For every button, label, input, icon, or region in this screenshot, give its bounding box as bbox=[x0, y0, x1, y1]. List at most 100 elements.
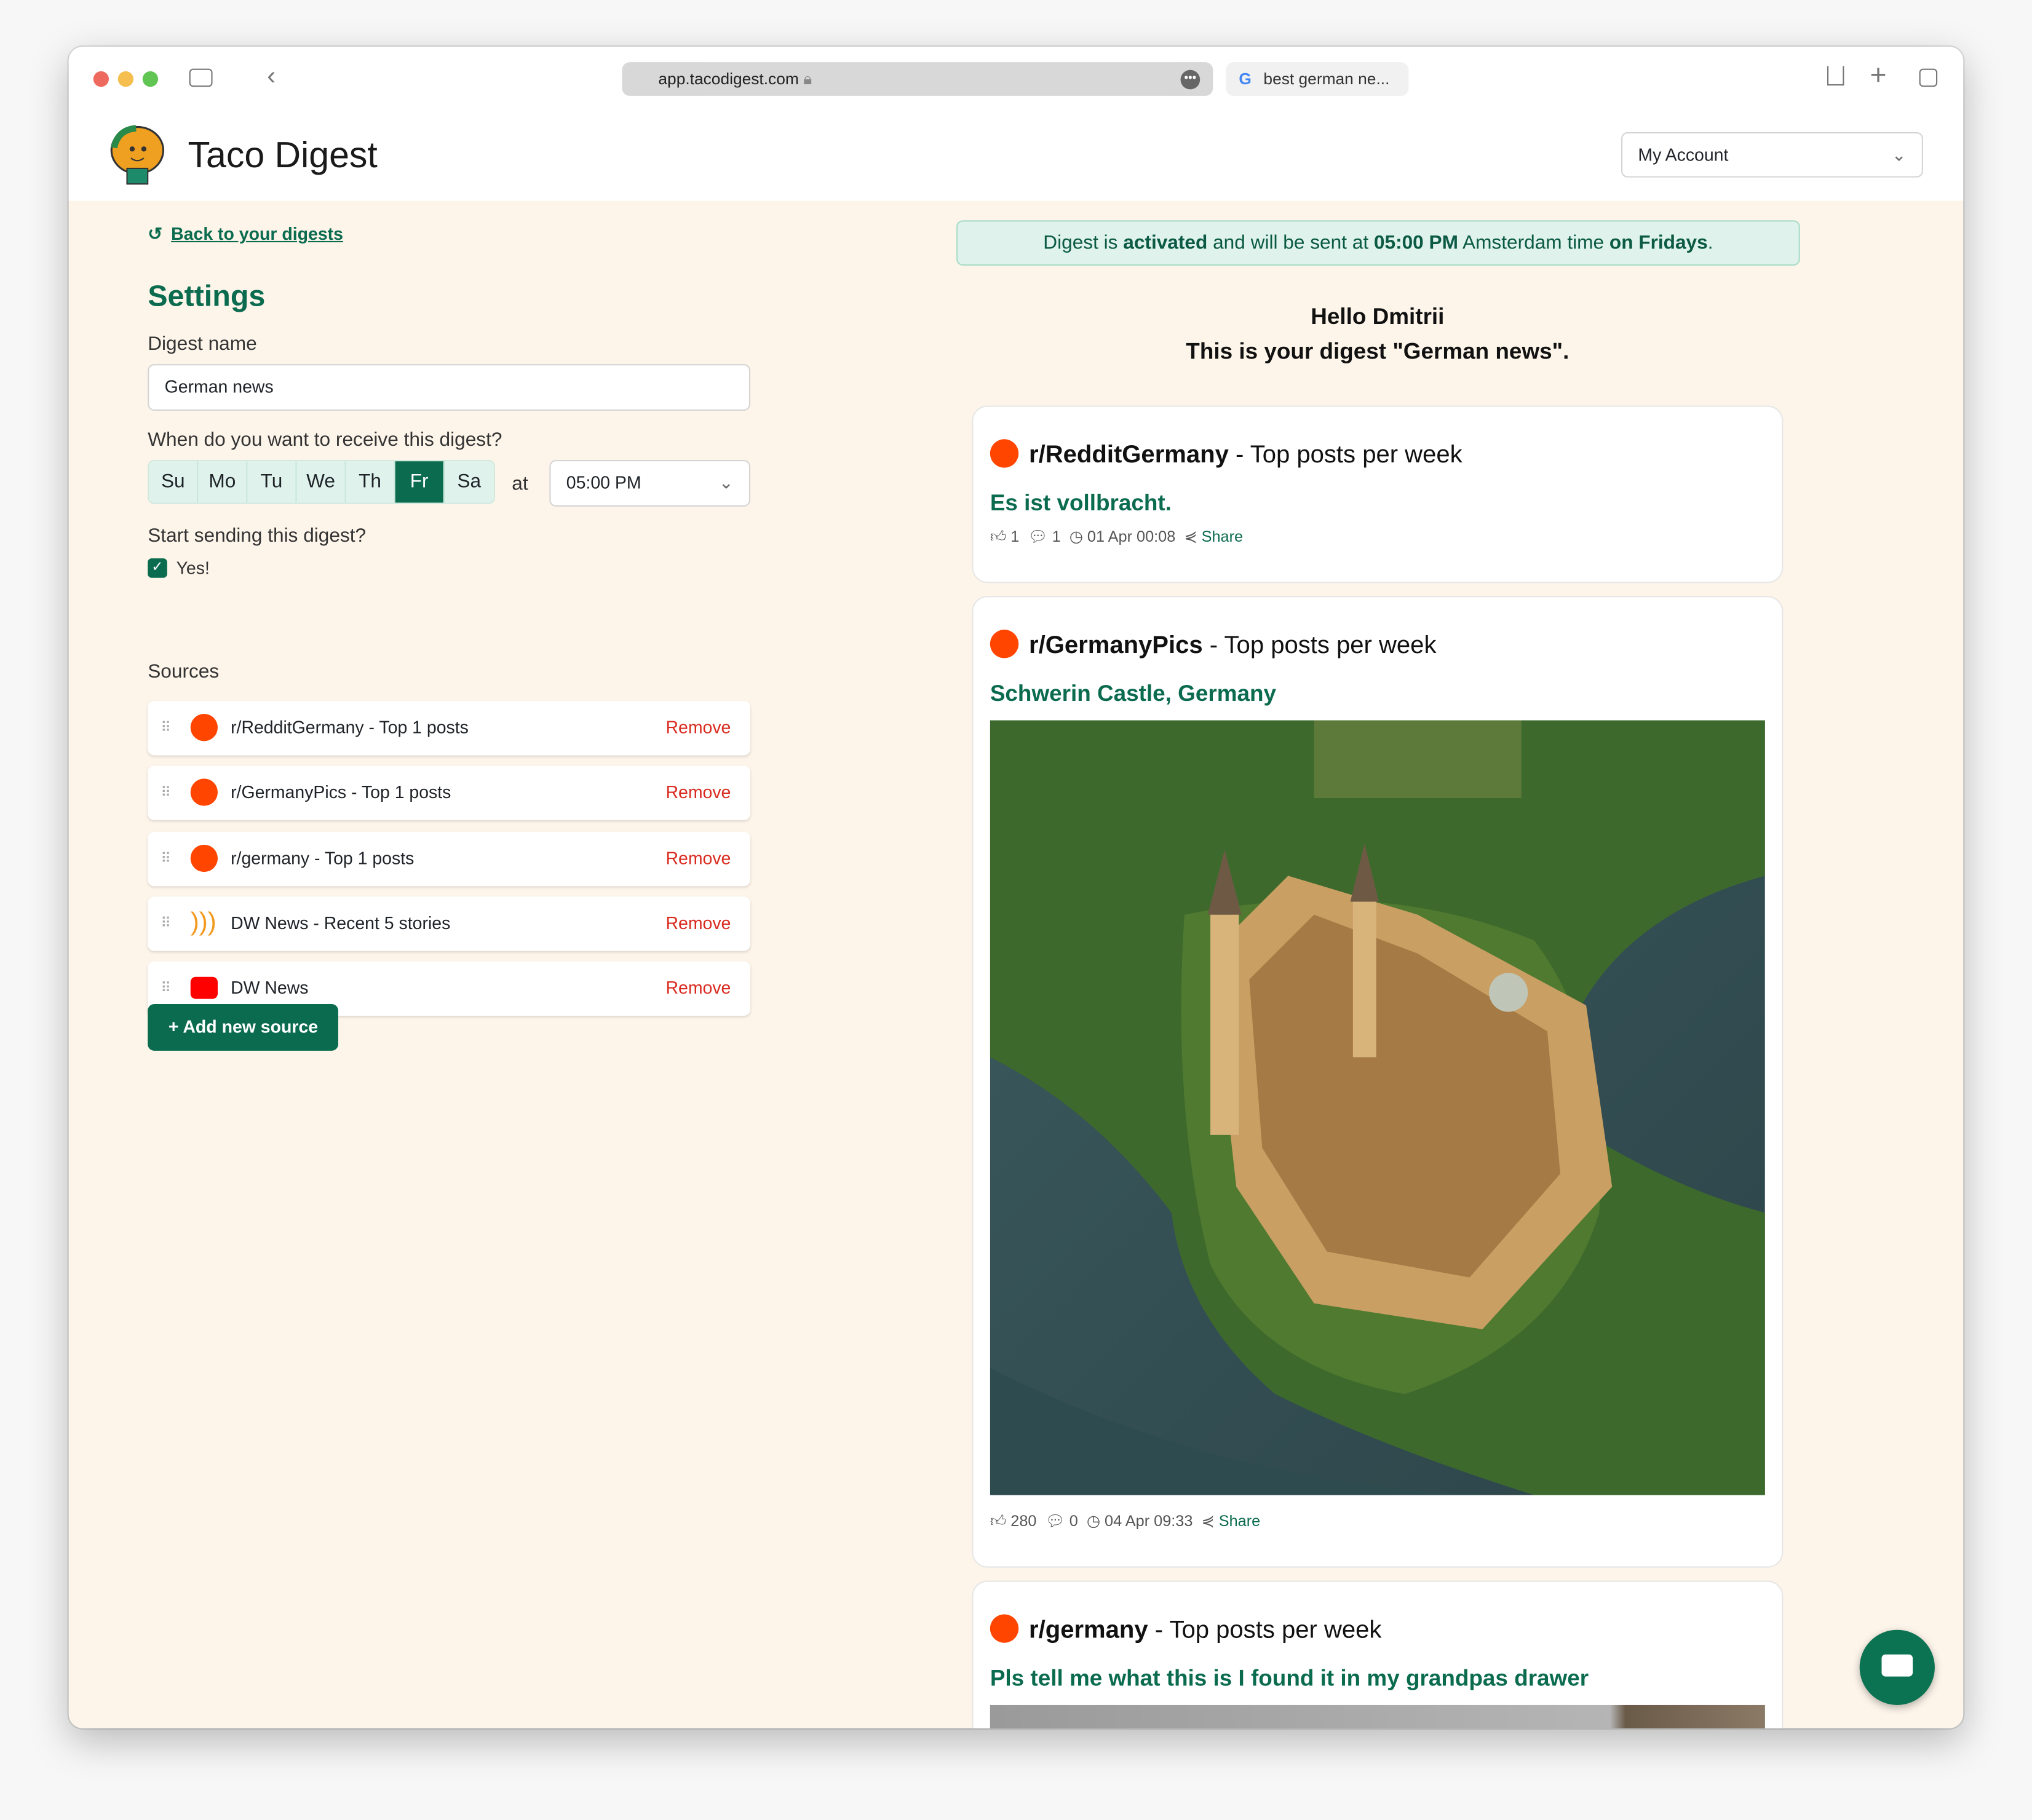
card-heading: r/germany - Top posts per week bbox=[990, 1614, 1381, 1645]
day-th[interactable]: Th bbox=[346, 461, 395, 503]
source-name: r/GermanyPics - Top 1 posts bbox=[231, 782, 451, 802]
app-header: Taco Digest My Account ⌄ bbox=[68, 114, 1964, 201]
more-icon[interactable]: ••• bbox=[1180, 69, 1201, 90]
settings-title: Settings bbox=[148, 279, 266, 312]
drag-handle-icon[interactable]: ⠿ bbox=[161, 832, 171, 886]
subreddit-name: r/germany bbox=[1029, 1616, 1148, 1644]
sources-label: Sources bbox=[148, 660, 220, 683]
source-item: ⠿ r/RedditGermany - Top 1 posts Remove bbox=[148, 700, 751, 756]
post-title-link[interactable]: Schwerin Castle, Germany bbox=[990, 680, 1276, 707]
banner-text: and will be sent at bbox=[1207, 232, 1374, 254]
share-icon: ⋞ bbox=[1201, 1511, 1215, 1530]
digest-card: r/GermanyPics - Top posts per week Schwe… bbox=[972, 596, 1784, 1568]
checkbox-checked[interactable]: ✓ bbox=[148, 558, 167, 578]
reddit-icon bbox=[990, 439, 1019, 468]
card-heading: r/GermanyPics - Top posts per week bbox=[990, 630, 1436, 661]
day-tu[interactable]: Tu bbox=[247, 461, 297, 503]
source-name: r/germany - Top 1 posts bbox=[231, 849, 415, 868]
chat-icon bbox=[1881, 1654, 1913, 1677]
post-image-castle[interactable] bbox=[990, 720, 1765, 1495]
source-item: ⠿ r/GermanyPics - Top 1 posts Remove bbox=[148, 766, 751, 820]
subreddit-name: r/GermanyPics bbox=[1029, 632, 1203, 660]
youtube-icon bbox=[190, 976, 218, 999]
back-icon[interactable]: ‹ bbox=[267, 62, 276, 92]
day-we[interactable]: We bbox=[296, 461, 346, 503]
comment-icon: 💬︎ bbox=[1045, 1511, 1065, 1530]
new-tab-icon[interactable]: + bbox=[1870, 58, 1887, 92]
day-su[interactable]: Su bbox=[149, 461, 199, 503]
account-label: My Account bbox=[1638, 144, 1729, 165]
likes-count: 280 bbox=[1010, 1511, 1037, 1530]
reddit-icon bbox=[190, 778, 218, 806]
sidebar-icon[interactable] bbox=[189, 68, 213, 87]
drag-handle-icon[interactable]: ⠿ bbox=[161, 701, 171, 755]
post-meta: 👍︎ 1 💬︎ 1 ◷ 01 Apr 00:08 ⋞ Share bbox=[990, 528, 1243, 547]
source-item: ⠿ r/germany - Top 1 posts Remove bbox=[148, 831, 751, 887]
remove-button[interactable]: Remove bbox=[665, 832, 731, 886]
address-bar[interactable]: app.tacodigest.com 🔒︎ ••• bbox=[622, 62, 1213, 96]
banner-time: 05:00 PM bbox=[1373, 232, 1458, 254]
account-dropdown[interactable]: My Account ⌄ bbox=[1621, 132, 1923, 178]
url-text: app.tacodigest.com bbox=[658, 69, 799, 89]
card-suffix: - Top posts per week bbox=[1228, 441, 1462, 469]
post-time: 04 Apr 09:33 bbox=[1105, 1511, 1193, 1530]
post-title-link[interactable]: Es ist vollbracht. bbox=[990, 489, 1172, 516]
time-value: 05:00 PM bbox=[566, 473, 641, 493]
rss-icon: ))) bbox=[190, 908, 216, 937]
digest-name-input[interactable]: German news bbox=[148, 364, 751, 411]
comment-icon: 💬︎ bbox=[1028, 527, 1048, 546]
post-image[interactable] bbox=[990, 1704, 1765, 1728]
drag-handle-icon[interactable]: ⠿ bbox=[161, 896, 171, 951]
share-icon[interactable] bbox=[1827, 66, 1844, 86]
maximize-window-button[interactable] bbox=[142, 71, 159, 87]
tab-title: best german ne... bbox=[1263, 69, 1390, 89]
back-link[interactable]: ↺ Back to your digests bbox=[148, 224, 343, 244]
remove-button[interactable]: Remove bbox=[665, 766, 731, 820]
add-source-button[interactable]: + Add new source bbox=[148, 1004, 339, 1051]
clock-icon: ◷ bbox=[1069, 527, 1083, 546]
card-heading: r/RedditGermany - Top posts per week bbox=[990, 439, 1462, 470]
taco-logo bbox=[110, 125, 165, 185]
browser-tab[interactable]: Gbest german ne... bbox=[1226, 62, 1409, 96]
day-sa[interactable]: Sa bbox=[444, 461, 494, 503]
remove-button[interactable]: Remove bbox=[665, 961, 731, 1015]
chevron-down-icon: ⌄ bbox=[718, 473, 734, 493]
digest-card: r/germany - Top posts per week Pls tell … bbox=[972, 1580, 1784, 1728]
share-link[interactable]: Share bbox=[1219, 1512, 1260, 1530]
tabs-overview-icon[interactable] bbox=[1919, 68, 1938, 87]
browser-window: ‹ app.tacodigest.com 🔒︎ ••• Gbest german… bbox=[68, 46, 1964, 1728]
post-meta: 👍︎ 280 💬︎ 0 ◷ 04 Apr 09:33 ⋞ Share bbox=[990, 1512, 1260, 1532]
schedule-label: When do you want to receive this digest? bbox=[148, 429, 502, 451]
digest-card: r/RedditGermany - Top posts per week Es … bbox=[972, 405, 1784, 584]
start-label: Start sending this digest? bbox=[148, 524, 367, 547]
back-link-text: Back to your digests bbox=[171, 224, 343, 244]
time-select[interactable]: 05:00 PM ⌄ bbox=[549, 460, 751, 507]
remove-button[interactable]: Remove bbox=[665, 896, 731, 951]
greeting: Hello Dmitrii bbox=[1311, 303, 1445, 330]
minimize-window-button[interactable] bbox=[117, 71, 134, 87]
banner-text: Digest is bbox=[1043, 232, 1124, 254]
likes-count: 1 bbox=[1010, 527, 1020, 546]
share-link[interactable]: Share bbox=[1202, 528, 1243, 545]
thumbs-up-icon: 👍︎ bbox=[990, 1511, 1007, 1530]
drag-handle-icon[interactable]: ⠿ bbox=[161, 766, 171, 820]
status-banner: Digest is activated and will be sent at … bbox=[956, 220, 1800, 266]
comments-count: 1 bbox=[1052, 527, 1061, 546]
close-window-button[interactable] bbox=[93, 71, 109, 87]
day-fr[interactable]: Fr bbox=[395, 461, 445, 503]
comments-count: 0 bbox=[1069, 1511, 1078, 1530]
subreddit-name: r/RedditGermany bbox=[1029, 441, 1229, 469]
undo-icon: ↺ bbox=[148, 224, 163, 244]
chat-button[interactable] bbox=[1859, 1629, 1935, 1705]
source-name: r/RedditGermany - Top 1 posts bbox=[231, 718, 469, 737]
reddit-icon bbox=[190, 714, 218, 742]
banner-text: . bbox=[1707, 232, 1713, 254]
reddit-icon bbox=[990, 630, 1019, 659]
post-time: 01 Apr 00:08 bbox=[1087, 527, 1176, 546]
reddit-icon bbox=[190, 844, 218, 872]
day-mo[interactable]: Mo bbox=[198, 461, 248, 503]
share-icon: ⋞ bbox=[1184, 527, 1197, 546]
remove-button[interactable]: Remove bbox=[665, 701, 731, 755]
chevron-down-icon: ⌄ bbox=[1891, 144, 1907, 165]
post-title-link[interactable]: Pls tell me what this is I found it in m… bbox=[990, 1665, 1589, 1692]
